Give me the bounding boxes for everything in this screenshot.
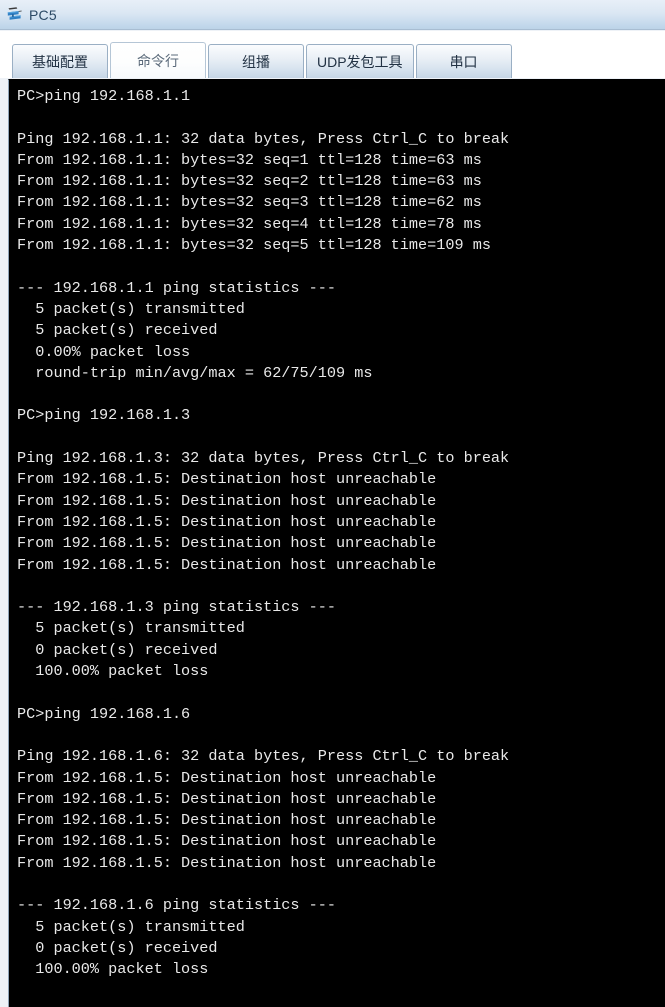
tab-serial-port[interactable]: 串口 [415,44,512,78]
tab-label: 命令行 [137,52,179,69]
terminal-line: From 192.168.1.1: bytes=32 seq=1 ttl=128… [17,150,482,169]
command-line-panel[interactable]: PC>ping 192.168.1.1 Ping 192.168.1.1: 32 … [8,79,665,1007]
terminal-line: PC>ping 192.168.1.3 [17,406,191,425]
pc-device-icon [7,6,22,20]
tab-label: UDP发包工具 [317,53,403,70]
tab-command-line[interactable]: 命令行 [110,42,206,78]
terminal-line: PC>ping 192.168.1.1 [17,87,191,105]
terminal-line: 100.00% packet loss [17,662,209,681]
terminal-line: PC>ping 192.168.1.6 [17,704,191,723]
terminal-line: 0.00% packet loss [17,342,191,361]
terminal-line: Ping 192.168.1.1: 32 data bytes, Press C… [17,129,510,148]
tab-label: 串口 [449,53,478,70]
tab-basic-config[interactable]: 基础配置 [12,44,108,78]
terminal-line: 5 packet(s) transmitted [17,917,245,936]
tab-bar: 基础配置 命令行 组播 UDP发包工具 串口 [0,31,665,78]
terminal-line: From 192.168.1.5: Destination host unrea… [17,470,437,489]
terminal-line: 0 packet(s) received [17,640,218,659]
tab-label: 基础配置 [32,53,88,70]
terminal-line: From 192.168.1.5: Destination host unrea… [17,811,437,830]
terminal-line: 100.00% packet loss [17,960,209,979]
terminal-line: From 192.168.1.5: Destination host unrea… [17,789,437,808]
window-titlebar: PC5 [0,0,665,30]
terminal-line: 5 packet(s) transmitted [17,619,245,638]
terminal-line: --- 192.168.1.3 ping statistics --- [17,598,336,617]
terminal-line: From 192.168.1.5: Destination host unrea… [17,512,437,531]
terminal-line: 5 packet(s) received [17,321,218,340]
terminal-line: Ping 192.168.1.6: 32 data bytes, Press C… [17,747,510,766]
terminal-line: From 192.168.1.5: Destination host unrea… [17,768,437,787]
terminal-line: From 192.168.1.5: Destination host unrea… [17,555,437,574]
terminal-line: 0 packet(s) received [17,938,218,957]
terminal-line: From 192.168.1.1: bytes=32 seq=4 ttl=128… [17,214,482,233]
tab-udp-send-tool[interactable]: UDP发包工具 [306,44,414,78]
pc5-window: PC5 基础配置 命令行 组播 UDP发包工具 串口 PC>ping 192.168.1… [0,0,665,1007]
left-gutter [0,79,8,1007]
tab-label: 组播 [242,53,270,70]
window-title: PC5 [29,6,57,23]
terminal-line: From 192.168.1.5: Destination host unrea… [17,832,437,851]
terminal-line: From 192.168.1.5: Destination host unrea… [17,534,437,553]
terminal-line: From 192.168.1.1: bytes=32 seq=5 ttl=128… [17,236,491,255]
terminal-line: --- 192.168.1.1 ping statistics --- [17,278,336,297]
terminal-line: From 192.168.1.5: Destination host unrea… [17,853,437,872]
terminal-line: round-trip min/avg/max = 62/75/109 ms [17,363,373,382]
tab-multicast[interactable]: 组播 [208,44,304,78]
terminal-line: Ping 192.168.1.3: 32 data bytes, Press C… [17,449,510,468]
terminal-line: --- 192.168.1.6 ping statistics --- [17,896,336,915]
terminal-line: From 192.168.1.5: Destination host unrea… [17,491,437,510]
terminal-line: From 192.168.1.1: bytes=32 seq=3 ttl=128… [17,193,482,212]
terminal-line: From 192.168.1.1: bytes=32 seq=2 ttl=128… [17,172,482,191]
terminal-line: 5 packet(s) transmitted [17,299,245,318]
terminal-output[interactable]: PC>ping 192.168.1.1 Ping 192.168.1.1: 32 … [9,80,665,1002]
